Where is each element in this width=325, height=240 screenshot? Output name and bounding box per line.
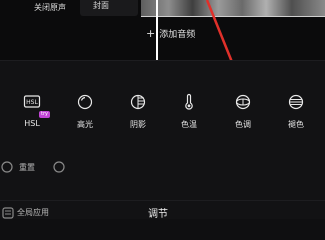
shadow-icon (130, 94, 146, 110)
tone-icon (235, 94, 251, 110)
svg-text:HSL: HSL (26, 99, 38, 106)
panel-title: 调节 (148, 209, 168, 220)
tool-hsl[interactable]: HSL try HSL (12, 93, 52, 133)
tool-tone-label: 色调 (235, 120, 251, 129)
reset-button[interactable]: 重置 (19, 162, 35, 173)
tool-temperature[interactable]: 色温 (169, 93, 209, 133)
tool-shadow-label: 阴影 (130, 120, 146, 129)
highlight-icon (77, 94, 93, 110)
global-apply-icon[interactable] (2, 206, 16, 220)
tool-fade-label: 褪色 (288, 120, 304, 129)
reset-slider-icons (1, 161, 65, 173)
tool-hsl-label: HSL (24, 119, 40, 128)
tool-fade[interactable]: 褪色 (276, 93, 316, 133)
try-badge: try (39, 111, 50, 118)
tool-temperature-label: 色温 (181, 120, 197, 129)
tool-highlight-label: 高光 (77, 120, 93, 129)
thermometer-icon (185, 93, 193, 110)
divider (0, 200, 325, 201)
divider (0, 60, 325, 61)
adjust-panel (0, 60, 325, 219)
tool-tone[interactable]: 色调 (223, 93, 263, 133)
tool-highlight[interactable]: 高光 (65, 93, 105, 133)
fade-icon (288, 94, 304, 110)
tool-shadow[interactable]: 阴影 (118, 93, 158, 133)
hsl-icon: HSL (23, 95, 41, 108)
global-apply-label[interactable]: 全局应用 (17, 207, 49, 218)
reset-row: 重置 (0, 160, 120, 174)
